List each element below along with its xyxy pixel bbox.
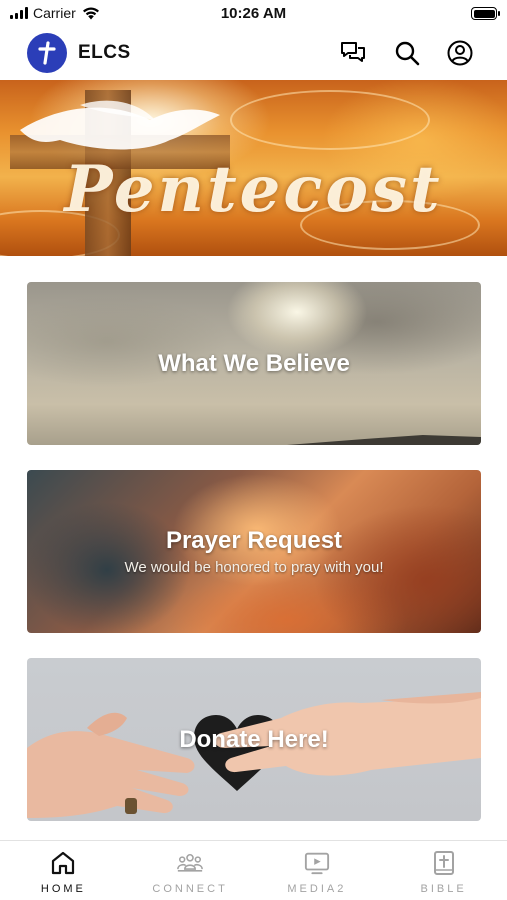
cross-icon [38,41,56,65]
chat-button[interactable] [338,38,368,68]
home-icon [52,851,75,875]
tab-bible[interactable]: BIBLE [380,841,507,900]
app-title: ELCS [78,42,131,63]
tab-home[interactable]: HOME [0,841,127,900]
profile-button[interactable] [445,38,475,68]
bottom-tab-bar: HOME CONNECT MEDIA2 BIBLE [0,840,507,900]
what-we-believe-card[interactable]: What We Believe [27,282,481,445]
card-subtitle: We would be honored to pray with you! [124,559,384,576]
prayer-request-card[interactable]: Prayer Request We would be honored to pr… [27,470,481,633]
card-title: Donate Here! [179,725,329,753]
tab-label: MEDIA2 [287,883,347,895]
card-title: Prayer Request [165,527,343,554]
status-time: 10:26 AM [220,5,287,22]
status-bar: Carrier 10:26 AM [0,0,507,30]
battery-icon [471,7,500,20]
people-icon [177,853,204,872]
app-header: ELCS [0,30,507,78]
donate-card[interactable]: Donate Here! [27,658,481,821]
card-title: What We Believe [158,349,350,377]
tab-label: BIBLE [420,883,467,895]
tab-media2[interactable]: MEDIA2 [254,841,381,900]
tab-label: HOME [40,883,86,895]
profile-icon [447,40,473,66]
tv-play-icon [304,852,329,875]
tab-connect[interactable]: CONNECT [127,841,254,900]
app-logo[interactable] [27,33,67,73]
search-icon [395,41,420,66]
chat-bubbles-icon [341,42,365,62]
hero-banner[interactable]: Pentecost [0,80,507,256]
banner-text: Pentecost [64,152,443,227]
bible-icon [433,851,454,875]
tab-label: CONNECT [152,883,228,895]
search-button[interactable] [392,38,422,68]
